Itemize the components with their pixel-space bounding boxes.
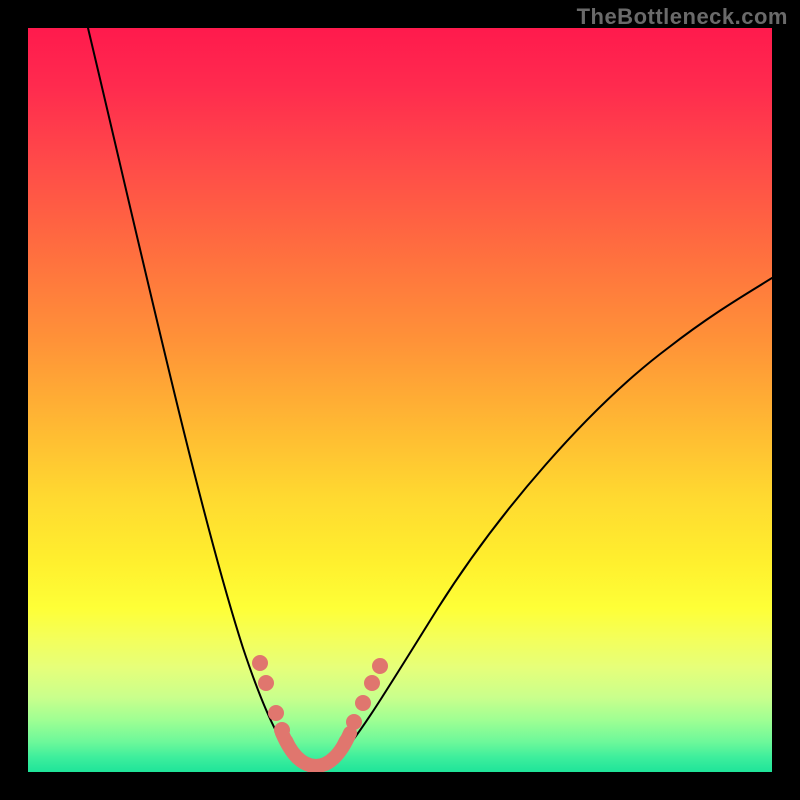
curve-layer bbox=[28, 28, 772, 772]
watermark-text: TheBottleneck.com bbox=[577, 4, 788, 30]
bottleneck-chart bbox=[28, 28, 772, 772]
valley-highlight-inner bbox=[288, 740, 344, 764]
left-curve bbox=[88, 28, 294, 758]
marker-dot bbox=[252, 655, 268, 671]
marker-dot bbox=[364, 675, 380, 691]
marker-dot bbox=[258, 675, 274, 691]
marker-dot bbox=[372, 658, 388, 674]
marker-dot bbox=[346, 714, 362, 730]
right-curve bbox=[338, 278, 772, 758]
marker-dot bbox=[355, 695, 371, 711]
marker-dot bbox=[274, 722, 290, 738]
marker-dot bbox=[268, 705, 284, 721]
